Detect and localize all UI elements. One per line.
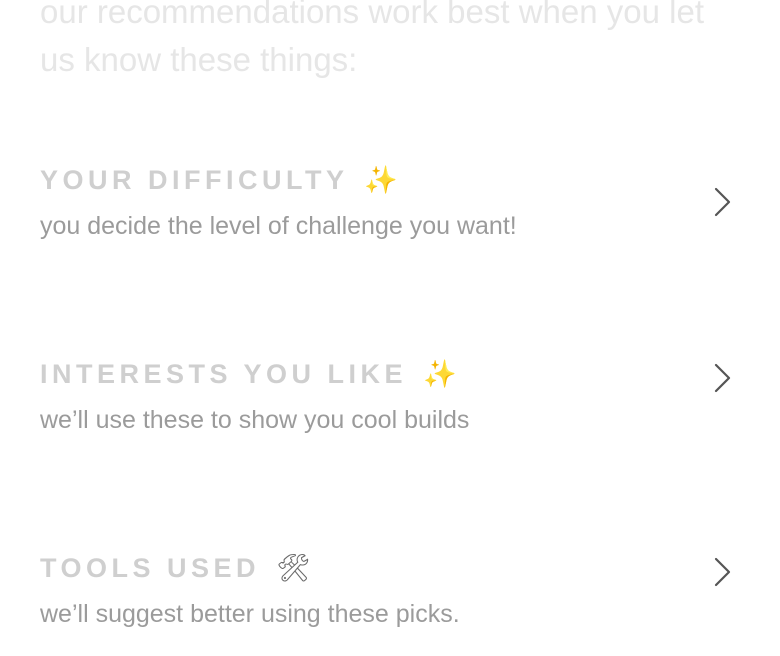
chevron-right-icon[interactable] (712, 556, 734, 588)
tools-description: we’ll suggest better using these picks. (40, 600, 460, 628)
sparkles-icon: ✨ (423, 359, 457, 389)
interests-title-label: INTERESTS YOU LIKE (40, 359, 408, 389)
tools-title-label: TOOLS USED (40, 553, 261, 583)
interests-row[interactable]: INTERESTS YOU LIKE ✨ we’ll use these to … (0, 352, 780, 462)
difficulty-row[interactable]: YOUR DIFFICULTY ✨ you decide the level o… (0, 158, 780, 268)
chevron-right-icon[interactable] (712, 362, 734, 394)
difficulty-description: you decide the level of challenge you wa… (40, 212, 517, 240)
difficulty-title-label: YOUR DIFFICULTY (40, 165, 348, 195)
sparkles-icon: ✨ (364, 165, 398, 195)
chevron-right-icon[interactable] (712, 186, 734, 218)
hammer-and-wrench-icon: 🛠 (276, 553, 311, 583)
interests-description: we’ll use these to show you cool builds (40, 406, 470, 434)
difficulty-title: YOUR DIFFICULTY ✨ (40, 158, 398, 202)
tools-title: TOOLS USED 🛠 (40, 546, 310, 590)
intro-text: our recommendations work best when you l… (40, 0, 704, 78)
interests-title: INTERESTS YOU LIKE ✨ (40, 352, 457, 396)
tools-row[interactable]: TOOLS USED 🛠 we’ll suggest better using … (0, 546, 780, 656)
